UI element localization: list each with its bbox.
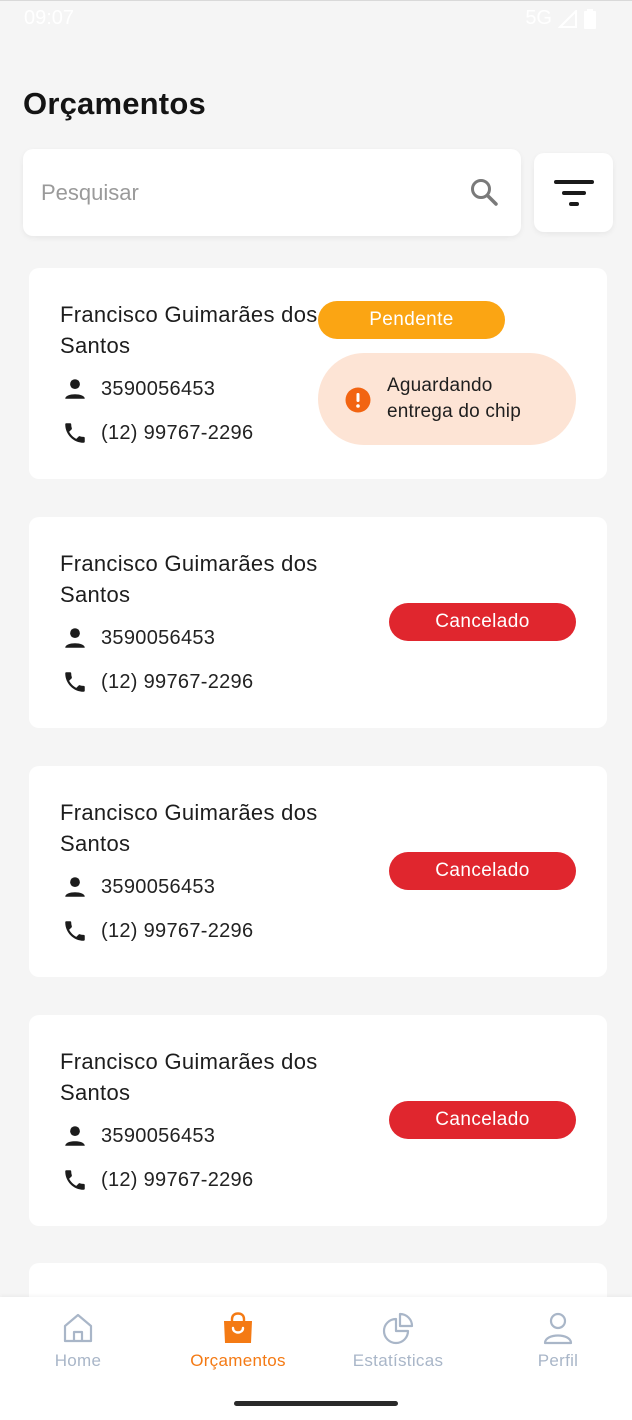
customer-id-row: 3590056453 bbox=[61, 873, 215, 901]
customer-phone: (12) 99767-2296 bbox=[101, 919, 254, 942]
customer-id: 3590056453 bbox=[101, 626, 216, 649]
nav-item-perfil[interactable]: Perfil bbox=[483, 1311, 632, 1381]
status-badge-cancelled: Cancelado bbox=[389, 852, 576, 890]
status-time: 09:07 bbox=[24, 7, 75, 29]
customer-name: Francisco Guimarães dos Santos bbox=[60, 551, 318, 607]
nav-label-home: Home bbox=[54, 1351, 102, 1370]
nav-label-estatisticas: Estatísticas bbox=[352, 1351, 444, 1370]
phone-icon bbox=[61, 1166, 89, 1194]
notice-banner: Aguardando entrega do chip bbox=[318, 353, 576, 445]
customer-phone-row: (12) 99767-2296 bbox=[61, 1166, 253, 1194]
customer-id-row: 3590056453 bbox=[61, 624, 215, 652]
user-icon bbox=[543, 1312, 573, 1345]
signal-icon bbox=[558, 9, 577, 28]
customer-name: Francisco Guimarães dos Santos bbox=[60, 800, 318, 856]
person-icon bbox=[61, 1122, 89, 1150]
notice-text: Aguardando entrega do chip bbox=[387, 375, 521, 422]
alert-icon bbox=[345, 387, 371, 413]
nav-item-home[interactable]: Home bbox=[3, 1311, 153, 1381]
customer-id-row: 3590056453 bbox=[61, 1122, 215, 1150]
customer-phone: (12) 99767-2296 bbox=[101, 1168, 254, 1191]
status-icons: 5G bbox=[525, 7, 596, 30]
budget-card[interactable]: Francisco Guimarães dos Santos 359005645… bbox=[29, 517, 607, 728]
budget-card[interactable]: Francisco Guimarães dos Santos 359005645… bbox=[29, 268, 607, 479]
pie-chart-icon bbox=[382, 1312, 414, 1345]
home-icon bbox=[63, 1313, 93, 1343]
customer-phone: (12) 99767-2296 bbox=[101, 670, 254, 693]
status-bar: 09:07 5G bbox=[0, 0, 632, 36]
battery-icon bbox=[584, 8, 596, 29]
phone-icon bbox=[61, 668, 89, 696]
person-icon bbox=[61, 375, 89, 403]
home-indicator[interactable] bbox=[234, 1401, 398, 1406]
search-input[interactable] bbox=[41, 149, 441, 236]
network-label: 5G bbox=[525, 7, 552, 29]
customer-phone-row: (12) 99767-2296 bbox=[61, 668, 253, 696]
person-icon bbox=[61, 873, 89, 901]
status-badge-pending: Pendente bbox=[318, 301, 505, 339]
status-badge-cancelled: Cancelado bbox=[389, 1101, 576, 1139]
status-badge-cancelled: Cancelado bbox=[389, 603, 576, 641]
budget-card[interactable]: Francisco Guimarães dos Santos 359005645… bbox=[29, 1015, 607, 1226]
budget-card[interactable]: Francisco Guimarães dos Santos 359005645… bbox=[29, 766, 607, 977]
filter-button[interactable] bbox=[534, 153, 613, 232]
nav-item-orcamentos[interactable]: Orçamentos bbox=[163, 1311, 313, 1381]
customer-id: 3590056453 bbox=[101, 1124, 216, 1147]
phone-icon bbox=[61, 419, 89, 447]
search-box[interactable] bbox=[23, 149, 521, 236]
filter-icon bbox=[553, 179, 594, 206]
customer-id: 3590056453 bbox=[101, 875, 216, 898]
nav-label-perfil: Perfil bbox=[537, 1351, 579, 1370]
shopping-bag-icon bbox=[224, 1312, 252, 1343]
customer-phone-row: (12) 99767-2296 bbox=[61, 419, 253, 447]
customer-id: 3590056453 bbox=[101, 377, 216, 400]
nav-item-estatisticas[interactable]: Estatísticas bbox=[323, 1311, 473, 1381]
search-icon[interactable] bbox=[469, 177, 499, 207]
nav-label-orcamentos: Orçamentos bbox=[190, 1351, 286, 1370]
customer-id-row: 3590056453 bbox=[61, 375, 215, 403]
phone-icon bbox=[61, 917, 89, 945]
page-title: Orçamentos bbox=[23, 86, 206, 121]
customer-name: Francisco Guimarães dos Santos bbox=[60, 1049, 318, 1105]
customer-phone: (12) 99767-2296 bbox=[101, 421, 254, 444]
customer-phone-row: (12) 99767-2296 bbox=[61, 917, 253, 945]
customer-name: Francisco Guimarães dos Santos bbox=[60, 302, 318, 358]
person-icon bbox=[61, 624, 89, 652]
